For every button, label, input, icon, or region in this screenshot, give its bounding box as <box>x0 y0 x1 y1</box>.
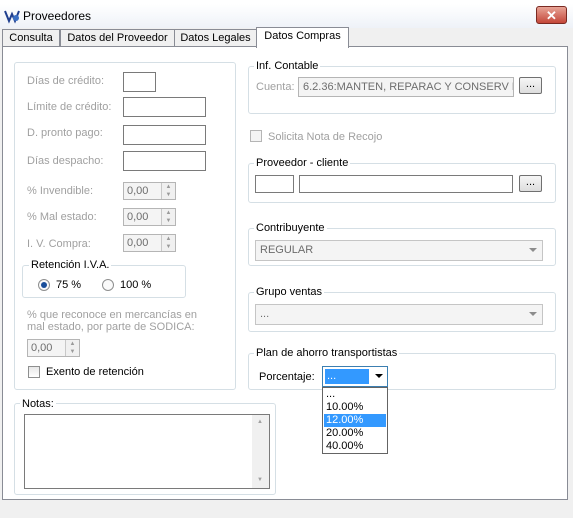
solicita-label: Solicita Nota de Recojo <box>268 131 383 143</box>
solicita-checkbox[interactable] <box>250 130 262 142</box>
proveedor-cliente-name-input[interactable] <box>299 175 513 193</box>
iv-compra-stepper[interactable]: 0,00 ▲ ▼ <box>123 234 176 252</box>
proveedor-cliente-browse-button[interactable]: ... <box>519 175 542 192</box>
chevron-down-icon <box>375 374 383 378</box>
contribuyente-title: Contribuyente <box>254 222 327 234</box>
spin-down-icon[interactable]: ▼ <box>162 191 175 199</box>
chevron-down-icon <box>529 312 537 316</box>
scroll-up-icon[interactable]: ▲ <box>257 419 263 425</box>
spin-down-icon[interactable]: ▼ <box>162 217 175 225</box>
pronto-pago-label: D. pronto pago: <box>27 127 103 139</box>
dias-credito-label: Días de crédito: <box>27 75 105 87</box>
dias-credito-input[interactable] <box>123 72 156 92</box>
proveedores-window: Proveedores ✕ Consulta Datos del Proveed… <box>0 0 573 518</box>
iv-compra-value: 0,00 <box>127 237 149 249</box>
notas-textarea[interactable]: ▲ ▼ <box>24 414 270 489</box>
proveedor-cliente-title: Proveedor - cliente <box>254 157 351 169</box>
radio-75[interactable] <box>38 279 50 291</box>
exento-label: Exento de retención <box>46 366 144 378</box>
title-bar: Proveedores ✕ <box>0 4 573 28</box>
dropdown-option[interactable]: 10.00% <box>324 401 386 414</box>
radio-100-label: 100 % <box>120 279 152 291</box>
invendible-label: % Invendible: <box>27 185 94 197</box>
inf-contable-title: Inf. Contable <box>254 60 321 72</box>
dropdown-option[interactable]: ... <box>324 388 386 401</box>
dropdown-option[interactable]: 40.00% <box>324 440 386 453</box>
spin-down-icon[interactable]: ▼ <box>162 243 175 251</box>
cuenta-field[interactable]: 6.2.36:MANTEN, REPARAC Y CONSERV D <box>298 77 514 97</box>
cuenta-label: Cuenta: <box>256 81 295 93</box>
proveedor-cliente-code-input[interactable] <box>255 175 294 193</box>
window-bottom <box>0 500 573 518</box>
mal-estado-label: % Mal estado: <box>27 211 97 223</box>
mal-estado-stepper[interactable]: 0,00 ▲ ▼ <box>123 208 176 226</box>
reconoce-value: 0,00 <box>31 342 53 354</box>
limite-credito-label: Límite de crédito: <box>27 101 112 113</box>
iv-compra-spin-buttons[interactable]: ▲ ▼ <box>161 235 175 251</box>
tab-datos-legales[interactable]: Datos Legales <box>174 29 257 47</box>
spin-up-icon[interactable]: ▲ <box>162 209 175 217</box>
mal-estado-value: 0,00 <box>127 211 149 223</box>
cuenta-browse-button[interactable]: ... <box>519 77 542 94</box>
app-icon <box>4 10 20 24</box>
limite-credito-input[interactable] <box>123 97 206 117</box>
contribuyente-select[interactable]: REGULAR <box>255 240 543 261</box>
scroll-down-icon[interactable]: ▼ <box>257 477 263 483</box>
grupo-ventas-value: ... <box>260 308 270 320</box>
reconoce-spin-buttons[interactable]: ▲ ▼ <box>65 340 79 356</box>
plan-ahorro-title: Plan de ahorro transportistas <box>254 347 400 359</box>
radio-selected-dot <box>41 282 47 288</box>
notas-scrollbar[interactable]: ▲ ▼ <box>252 415 269 488</box>
dias-despacho-input[interactable] <box>123 151 206 171</box>
window-title: Proveedores <box>23 9 92 23</box>
grupo-ventas-title: Grupo ventas <box>254 286 325 298</box>
tab-datos-proveedor[interactable]: Datos del Proveedor <box>60 29 175 47</box>
spin-up-icon[interactable]: ▲ <box>162 235 175 243</box>
tab-datos-compras[interactable]: Datos Compras <box>256 27 349 48</box>
spin-up-icon[interactable]: ▲ <box>66 340 79 348</box>
porcentaje-value: ... <box>325 369 369 384</box>
porcentaje-select[interactable]: ... <box>322 366 388 387</box>
retencion-title: Retención I.V.A. <box>29 259 112 271</box>
radio-100[interactable] <box>102 279 114 291</box>
invendible-stepper[interactable]: 0,00 ▲ ▼ <box>123 182 176 200</box>
invendible-spin-buttons[interactable]: ▲ ▼ <box>161 183 175 199</box>
close-button[interactable]: ✕ <box>536 6 567 24</box>
dropdown-option-highlighted[interactable]: 12.00% <box>324 414 386 427</box>
contribuyente-value: REGULAR <box>260 244 314 256</box>
spin-down-icon[interactable]: ▼ <box>66 348 79 356</box>
iv-compra-label: I. V. Compra: <box>27 238 91 250</box>
notas-title: Notas: <box>20 398 56 410</box>
porcentaje-label: Porcentaje: <box>259 371 315 383</box>
dropdown-option[interactable]: 20.00% <box>324 427 386 440</box>
exento-checkbox[interactable] <box>28 366 40 378</box>
grupo-ventas-select[interactable]: ... <box>255 304 543 325</box>
dias-despacho-label: Días despacho: <box>27 155 104 167</box>
reconoce-stepper[interactable]: 0,00 ▲ ▼ <box>27 339 80 357</box>
mal-estado-spin-buttons[interactable]: ▲ ▼ <box>161 209 175 225</box>
reconoce-label-line2: mal estado, por parte de SODICA: <box>27 321 195 333</box>
porcentaje-dropdown: ... 10.00% 12.00% 20.00% 40.00% <box>322 387 388 454</box>
tab-consulta[interactable]: Consulta <box>2 29 60 47</box>
invendible-value: 0,00 <box>127 185 149 197</box>
reconoce-label-line1: % que reconoce en mercancías en <box>27 309 197 321</box>
spin-up-icon[interactable]: ▲ <box>162 183 175 191</box>
pronto-pago-input[interactable] <box>123 125 206 145</box>
radio-75-label: 75 % <box>56 279 82 291</box>
chevron-down-icon <box>529 248 537 252</box>
